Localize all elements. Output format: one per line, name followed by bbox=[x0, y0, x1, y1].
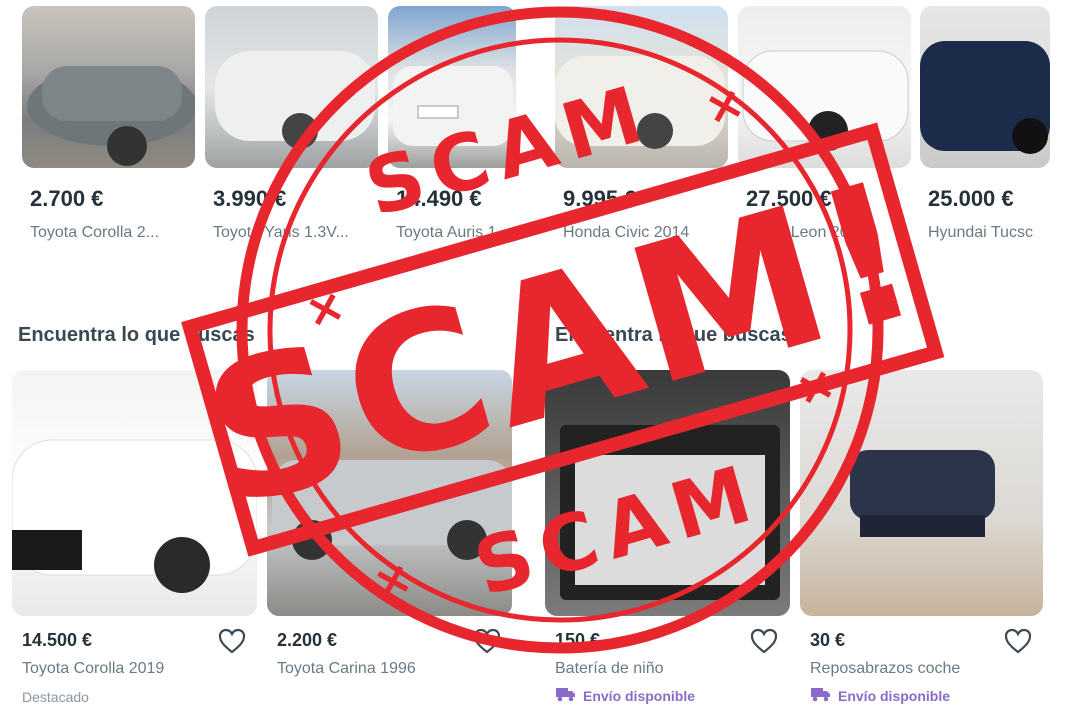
car-illustration bbox=[393, 66, 513, 146]
listing-photo-6[interactable] bbox=[920, 6, 1050, 168]
car-illustration bbox=[920, 41, 1050, 154]
listing-photo-3[interactable] bbox=[388, 6, 516, 168]
listing-price-9: 150 € bbox=[555, 630, 601, 650]
heart-icon[interactable] bbox=[1003, 626, 1033, 656]
listing-photo-4[interactable] bbox=[555, 6, 728, 168]
shipping-label: Envío disponible bbox=[838, 687, 951, 704]
section-heading-right: Encuentra lo que buscas bbox=[555, 324, 792, 346]
listing-price-8: 2.200 € bbox=[277, 630, 338, 650]
car-illustration bbox=[27, 66, 195, 166]
heart-icon[interactable] bbox=[749, 626, 779, 656]
listing-title-10[interactable]: Reposabrazos coche bbox=[810, 660, 960, 678]
listing-photo-7[interactable] bbox=[12, 370, 257, 616]
heart-icon[interactable] bbox=[472, 626, 502, 656]
truck-icon bbox=[555, 686, 577, 705]
listing-photo-2[interactable] bbox=[205, 6, 378, 168]
stamp-cross-mark: × bbox=[299, 277, 351, 340]
listing-price-1: 2.700 € bbox=[30, 186, 104, 211]
listing-price-3: 14.490 € bbox=[396, 186, 482, 211]
listing-price-5: 27.500 € bbox=[746, 186, 832, 211]
listing-title-8[interactable]: Toyota Carina 1996 bbox=[277, 660, 416, 678]
listing-title-4[interactable]: Honda Civic 2014 bbox=[563, 224, 723, 242]
listing-title-5[interactable]: SEAT Leon 202 bbox=[746, 224, 906, 242]
car-illustration bbox=[12, 439, 257, 593]
listing-photo-1[interactable] bbox=[22, 6, 195, 168]
section-heading-left: Encuentra lo que buscas bbox=[18, 324, 255, 346]
listing-photo-5[interactable] bbox=[738, 6, 911, 168]
listing-photo-8[interactable] bbox=[267, 370, 512, 616]
listing-price-7: 14.500 € bbox=[22, 630, 93, 650]
truck-icon bbox=[810, 686, 832, 705]
heart-icon[interactable] bbox=[217, 626, 247, 656]
listing-title-3[interactable]: Toyota Auris 1. bbox=[396, 224, 521, 242]
car-illustration bbox=[555, 56, 725, 149]
listing-price-2: 3.990 € bbox=[213, 186, 287, 211]
stamp-dot bbox=[853, 240, 878, 265]
listing-photo-9[interactable] bbox=[545, 370, 790, 616]
featured-badge: Destacado bbox=[22, 689, 89, 705]
listing-title-9[interactable]: Batería de niño bbox=[555, 660, 664, 678]
listing-photo-10[interactable] bbox=[800, 370, 1043, 616]
car-illustration bbox=[272, 460, 512, 560]
shipping-available: Envío disponible bbox=[555, 686, 695, 705]
listing-price-6: 25.000 € bbox=[928, 186, 1014, 211]
listing-title-6[interactable]: Hyundai Tucsc bbox=[928, 224, 1053, 242]
listing-title-2[interactable]: Toyota Yaris 1.3V... bbox=[213, 224, 373, 242]
listing-price-4: 9.995 € bbox=[563, 186, 637, 211]
listing-price-10: 30 € bbox=[810, 630, 846, 650]
shipping-label: Envío disponible bbox=[583, 687, 696, 704]
car-illustration bbox=[215, 51, 375, 149]
car-illustration bbox=[742, 50, 909, 151]
battery-illustration bbox=[560, 425, 780, 600]
listing-title-1[interactable]: Toyota Corolla 2... bbox=[30, 224, 190, 242]
shipping-available: Envío disponible bbox=[810, 686, 950, 705]
armrest-illustration bbox=[850, 450, 995, 537]
listing-title-7[interactable]: Toyota Corolla 2019 bbox=[22, 660, 164, 678]
